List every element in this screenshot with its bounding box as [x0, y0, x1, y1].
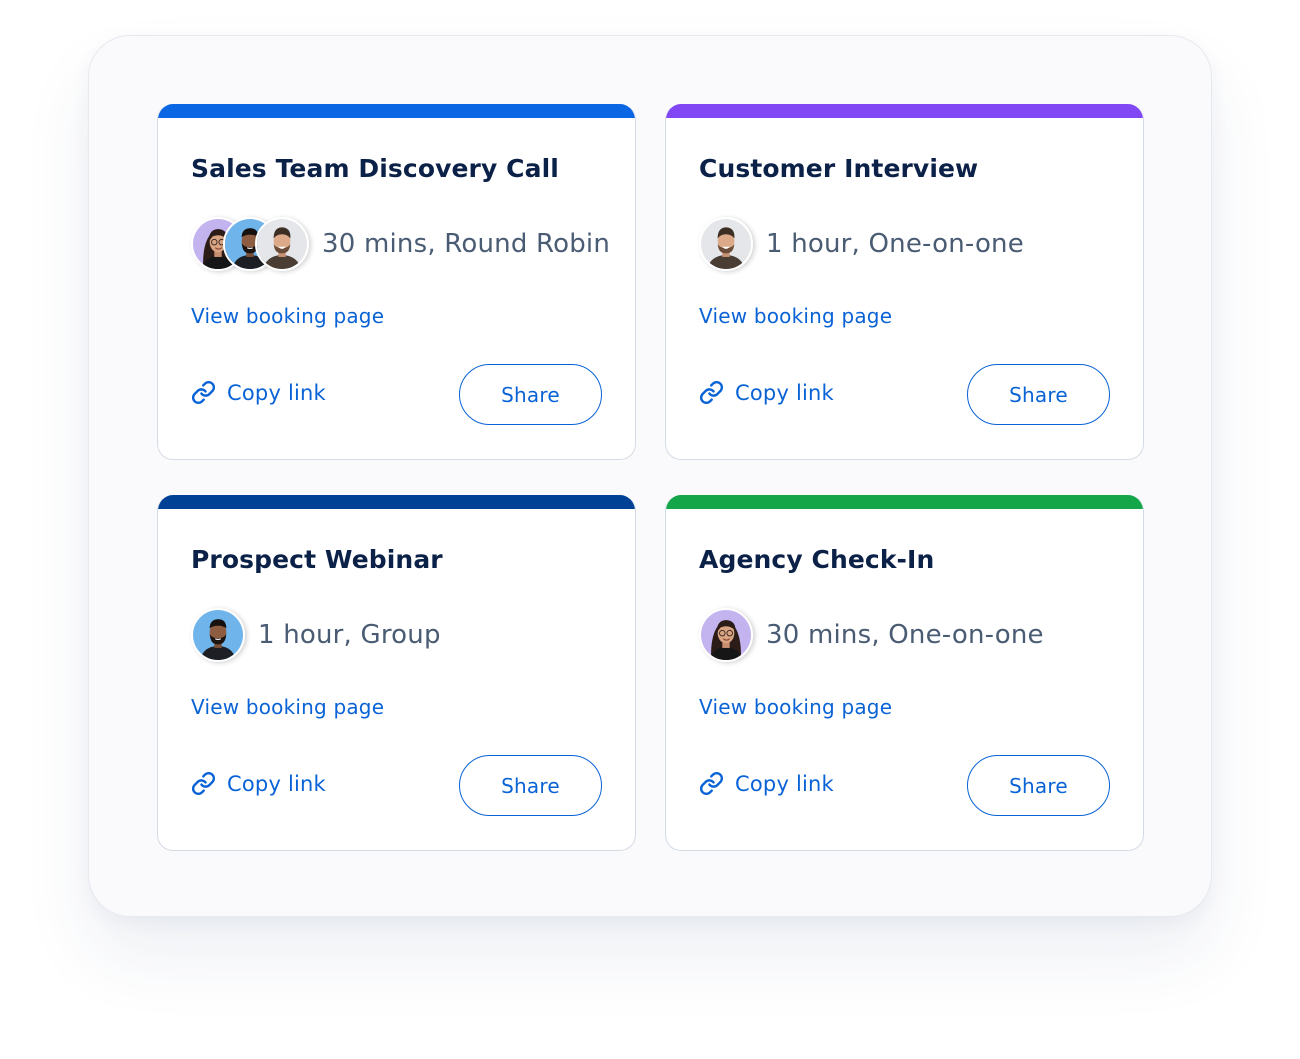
- card-title: Agency Check-In: [699, 545, 935, 574]
- woman-with-glasses-avatar: [699, 608, 753, 662]
- smiling-man-avatar: [699, 217, 753, 271]
- view-booking-page-link[interactable]: View booking page: [699, 304, 892, 328]
- event-card-prospect-webinar: Prospect Webinar 1 hour, Group View book…: [157, 495, 636, 851]
- host-avatars: [191, 608, 245, 662]
- link-icon: [191, 771, 216, 796]
- card-color-bar: [158, 495, 635, 509]
- card-color-bar: [666, 104, 1143, 118]
- share-button[interactable]: Share: [459, 364, 602, 425]
- event-meta: 1 hour, One-on-one: [699, 217, 1024, 271]
- share-button[interactable]: Share: [967, 755, 1110, 816]
- smiling-man-avatar: [255, 217, 309, 271]
- event-meta: 30 mins, Round Robin: [191, 217, 610, 271]
- view-booking-page-link[interactable]: View booking page: [191, 695, 384, 719]
- copy-link-button[interactable]: Copy link: [191, 771, 326, 796]
- man-with-beard-avatar: [191, 608, 245, 662]
- card-title: Sales Team Discovery Call: [191, 154, 559, 183]
- view-booking-page-link[interactable]: View booking page: [191, 304, 384, 328]
- copy-link-button[interactable]: Copy link: [699, 380, 834, 405]
- link-icon: [699, 771, 724, 796]
- event-meta: 30 mins, One-on-one: [699, 608, 1044, 662]
- copy-link-label: Copy link: [735, 771, 834, 796]
- share-button[interactable]: Share: [459, 755, 602, 816]
- host-avatars: [191, 217, 309, 271]
- copy-link-label: Copy link: [227, 771, 326, 796]
- share-button[interactable]: Share: [967, 364, 1110, 425]
- event-duration-type: 30 mins, One-on-one: [766, 620, 1044, 650]
- event-types-panel: Sales Team Discovery Call 30 mins, Round…: [88, 35, 1212, 917]
- event-duration-type: 1 hour, Group: [258, 620, 441, 650]
- event-card-customer-interview: Customer Interview 1 hour, One-on-one Vi…: [665, 104, 1144, 460]
- card-title: Customer Interview: [699, 154, 979, 183]
- event-card-agency-check-in: Agency Check-In 30 mins, One-on-one View…: [665, 495, 1144, 851]
- link-icon: [699, 380, 724, 405]
- copy-link-label: Copy link: [227, 380, 326, 405]
- event-duration-type: 30 mins, Round Robin: [322, 229, 610, 259]
- card-color-bar: [158, 104, 635, 118]
- event-meta: 1 hour, Group: [191, 608, 441, 662]
- copy-link-button[interactable]: Copy link: [699, 771, 834, 796]
- host-avatars: [699, 608, 753, 662]
- card-color-bar: [666, 495, 1143, 509]
- event-duration-type: 1 hour, One-on-one: [766, 229, 1024, 259]
- copy-link-label: Copy link: [735, 380, 834, 405]
- host-avatars: [699, 217, 753, 271]
- view-booking-page-link[interactable]: View booking page: [699, 695, 892, 719]
- card-title: Prospect Webinar: [191, 545, 443, 574]
- event-card-sales-team-discovery-call: Sales Team Discovery Call 30 mins, Round…: [157, 104, 636, 460]
- copy-link-button[interactable]: Copy link: [191, 380, 326, 405]
- link-icon: [191, 380, 216, 405]
